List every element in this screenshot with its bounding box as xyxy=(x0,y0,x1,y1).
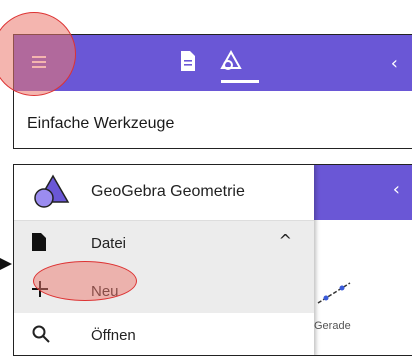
menu-item-datei[interactable]: Datei ^ xyxy=(14,221,314,265)
file-icon xyxy=(32,233,46,251)
menu-item-label: Neu xyxy=(91,283,119,300)
chevron-left-icon[interactable]: ‹ xyxy=(391,53,398,74)
menu-item-oeffnen[interactable]: Öffnen xyxy=(14,313,314,355)
pointer-arrow-annotation xyxy=(0,258,12,270)
plus-icon xyxy=(32,281,48,297)
menu-icon[interactable] xyxy=(28,53,50,73)
menu-item-neu[interactable]: Neu xyxy=(14,269,314,313)
document-icon[interactable] xyxy=(179,50,197,72)
menu-item-label: Öffnen xyxy=(91,327,136,344)
search-icon xyxy=(32,325,50,343)
app-header-bar: ‹ xyxy=(14,35,412,91)
toolbar-panel: ‹ Einfache Werkzeuge xyxy=(13,34,412,149)
menu-list: Datei ^ Neu Öffnen xyxy=(14,221,314,355)
line-tool-icon[interactable] xyxy=(314,277,354,307)
chevron-up-icon[interactable]: ^ xyxy=(279,231,292,250)
geogebra-geometry-logo-icon xyxy=(34,174,70,208)
geometry-tools-icon[interactable] xyxy=(219,49,243,73)
chevron-left-icon[interactable]: ‹ xyxy=(393,179,400,200)
app-title: GeoGebra Geometrie xyxy=(91,183,245,200)
menu-header: GeoGebra Geometrie xyxy=(14,165,314,221)
background-header-bar: ‹ xyxy=(314,165,412,220)
main-menu: GeoGebra Geometrie Datei ^ Neu Öffnen xyxy=(14,165,314,355)
active-tab-indicator xyxy=(221,80,259,83)
line-tool-label: Gerade xyxy=(314,320,351,332)
menu-panel: ‹ Gerade GeoGebra Geometrie Datei ^ Neu … xyxy=(13,164,412,356)
menu-item-label: Datei xyxy=(91,235,127,252)
tools-category-label: Einfache Werkzeuge xyxy=(27,115,175,132)
